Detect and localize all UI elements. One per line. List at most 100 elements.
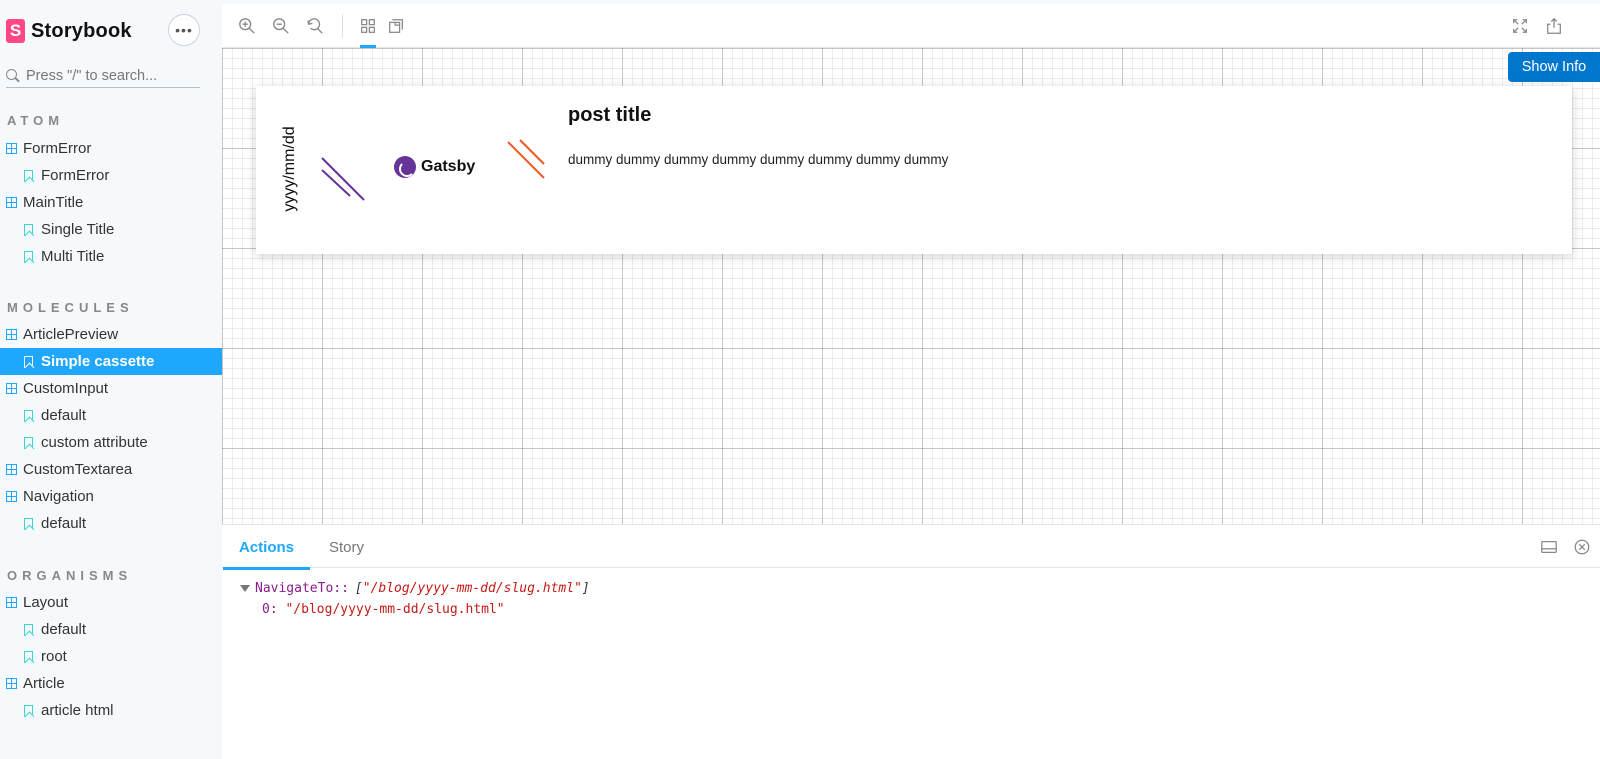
sidebar-story-multi-title[interactable]: Multi Title (0, 243, 222, 270)
main-area: Show Info yyyy/mm/dd Gatsby post title d… (222, 4, 1600, 759)
sidebar-item-article[interactable]: Article (0, 670, 222, 697)
tab-story[interactable]: Story (329, 525, 364, 569)
component-icon (6, 143, 17, 154)
bookmark-icon (24, 409, 33, 422)
sidebar-item-custominput[interactable]: CustomInput (0, 375, 222, 402)
fullscreen-icon[interactable] (1508, 14, 1532, 38)
article-preview-card[interactable]: yyyy/mm/dd Gatsby post title dummy dummy… (256, 86, 1572, 254)
post-title: post title (568, 104, 652, 126)
sidebar-item-label: default (41, 407, 87, 424)
close-panel-icon[interactable] (1572, 537, 1592, 557)
sidebar-story-article-html[interactable]: article html (0, 697, 222, 724)
log-entry[interactable]: NavigateTo:: ["/blog/yyyy-mm-dd/slug.htm… (240, 578, 590, 599)
zoom-reset-icon[interactable] (303, 14, 327, 38)
zoom-out-icon[interactable] (269, 14, 293, 38)
sidebar-item-label: custom attribute (41, 434, 148, 451)
preview-canvas: Show Info yyyy/mm/dd Gatsby post title d… (222, 48, 1600, 524)
sidebar-story-simple-cassette[interactable]: Simple cassette (0, 348, 222, 375)
log-bracket-open: [ (354, 581, 363, 596)
sidebar-item-label: Layout (23, 594, 69, 611)
addon-panel: Actions Story NavigateTo:: ["/blog/yyyy-… (222, 524, 1600, 759)
bookmark-icon (24, 355, 33, 368)
sidebar-story-single-title[interactable]: Single Title (0, 216, 222, 243)
search-icon (6, 68, 20, 83)
sidebar-item-customtextarea[interactable]: CustomTextarea (0, 456, 222, 483)
sidebar-story-default[interactable]: default (0, 510, 222, 537)
gatsby-icon (394, 156, 416, 178)
sidebar-item-label: Article (23, 675, 65, 692)
entry-key: 0: (262, 602, 278, 617)
bookmark-icon (24, 517, 33, 530)
tab-actions[interactable]: Actions (222, 525, 311, 570)
log-entry-child: 0: "/blog/yyyy-mm-dd/slug.html" (240, 599, 590, 620)
orange-slash-decoration (507, 139, 545, 179)
toolbar-divider (342, 14, 343, 38)
bookmark-icon (24, 169, 33, 182)
outline-icon[interactable] (384, 14, 408, 38)
component-icon (6, 678, 17, 689)
sidebar-item-label: article html (41, 702, 114, 719)
post-excerpt: dummy dummy dummy dummy dummy dummy dumm… (568, 152, 949, 167)
bookmark-icon (24, 436, 33, 449)
component-icon (6, 464, 17, 475)
component-icon (6, 597, 17, 608)
action-name: NavigateTo: (255, 581, 342, 596)
more-options-button[interactable]: ••• (168, 14, 200, 46)
post-date: yyyy/mm/dd (281, 126, 298, 212)
sidebar-story-root[interactable]: root (0, 643, 222, 670)
sidebar-story-formerror[interactable]: FormError (0, 162, 222, 189)
search-input[interactable] (26, 67, 196, 84)
entry-value: "/blog/yyyy-mm-dd/slug.html" (285, 602, 505, 617)
sidebar-item-label: FormError (41, 167, 110, 184)
storybook-logo-icon: S (6, 19, 25, 43)
sidebar-item-label: CustomTextarea (23, 461, 133, 478)
sidebar-item-label: default (41, 515, 87, 532)
sidebar-item-layout[interactable]: Layout (0, 589, 222, 616)
search-box[interactable] (6, 64, 200, 88)
sidebar-item-label: ArticlePreview (23, 326, 119, 343)
brand-name: Storybook (31, 19, 132, 42)
sidebar-item-navigation[interactable]: Navigation (0, 483, 222, 510)
show-info-button[interactable]: Show Info (1508, 52, 1600, 82)
zoom-in-icon[interactable] (235, 14, 259, 38)
sidebar-item-label: FormError (23, 140, 92, 157)
log-bracket-close: ] (581, 581, 590, 596)
section-title-molecules: MOLECULES (7, 300, 134, 315)
sidebar-story-default[interactable]: default (0, 616, 222, 643)
bookmark-icon (24, 704, 33, 717)
sidebar-item-formerror[interactable]: FormError (0, 135, 222, 162)
panel-position-icon[interactable] (1539, 537, 1559, 557)
bookmark-icon (24, 650, 33, 663)
section-title-atom: ATOM (7, 113, 65, 128)
sidebar-item-label: default (41, 621, 87, 638)
sidebar: S Storybook ••• ATOM FormError FormError… (0, 0, 222, 759)
sidebar-item-label: Navigation (23, 488, 94, 505)
sidebar-item-articlepreview[interactable]: ArticlePreview (0, 321, 222, 348)
log-separator: : (341, 581, 349, 596)
sidebar-story-default[interactable]: default (0, 402, 222, 429)
purple-slash-decoration (321, 157, 365, 201)
sidebar-item-label: Multi Title (41, 248, 105, 265)
gatsby-wordmark: Gatsby (421, 158, 476, 175)
grid-icon[interactable] (356, 14, 380, 38)
gatsby-logo: Gatsby (394, 156, 475, 178)
addon-tabs: Actions Story (222, 524, 1600, 570)
bookmark-icon (24, 223, 33, 236)
component-icon (6, 329, 17, 340)
bookmark-icon (24, 250, 33, 263)
expand-triangle-icon[interactable] (240, 585, 250, 592)
bookmark-icon (24, 623, 33, 636)
sidebar-story-custom-attribute[interactable]: custom attribute (0, 429, 222, 456)
action-summary: "/blog/yyyy-mm-dd/slug.html" (362, 581, 582, 596)
share-icon[interactable] (1542, 14, 1566, 38)
component-icon (6, 383, 17, 394)
sidebar-item-label: CustomInput (23, 380, 109, 397)
section-title-organisms: ORGANISMS (7, 568, 133, 583)
action-log: NavigateTo:: ["/blog/yyyy-mm-dd/slug.htm… (240, 578, 590, 620)
toolbar (222, 4, 1600, 48)
sidebar-item-label: Simple cassette (41, 353, 155, 370)
brand[interactable]: S Storybook (6, 16, 132, 46)
component-icon (6, 491, 17, 502)
sidebar-item-maintitle[interactable]: MainTitle (0, 189, 222, 216)
sidebar-item-label: root (41, 648, 67, 665)
